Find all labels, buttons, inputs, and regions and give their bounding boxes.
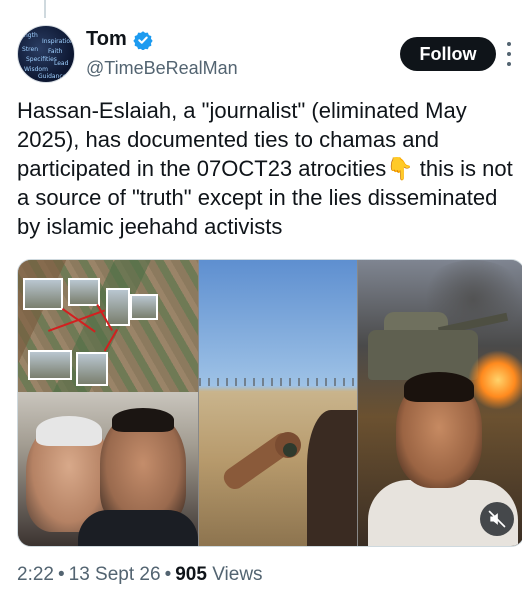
- views-count[interactable]: 905: [175, 564, 207, 585]
- avatar-text: Wisdom: [24, 66, 48, 73]
- tweet-media[interactable]: [17, 259, 522, 547]
- tweet-time[interactable]: 2:22: [17, 564, 54, 585]
- tweet-meta: 2:22 • 13 Sept 26 • 905 Views: [17, 564, 263, 586]
- avatar-text: ngth: [24, 32, 38, 39]
- avatar-text: Guidance: [38, 73, 67, 80]
- map-collage-image: [18, 260, 198, 392]
- tweet-text: Hassan-Eslaiah, a "journalist" (eliminat…: [17, 98, 513, 239]
- meta-separator: •: [57, 564, 65, 585]
- author-handle[interactable]: @TimeBeRealMan: [86, 58, 238, 79]
- avatar[interactable]: ngth Inspiration Stren Faith Specifities…: [17, 25, 75, 83]
- media-panel-field[interactable]: [199, 260, 357, 546]
- volume-muted-icon[interactable]: [480, 502, 514, 536]
- author-display-name[interactable]: Tom: [86, 28, 127, 51]
- avatar-text: Faith: [48, 48, 63, 55]
- two-men-photo: [18, 392, 198, 546]
- thread-connector-line: [44, 0, 46, 18]
- avatar-text: Stren: [22, 46, 38, 53]
- media-panel-collage[interactable]: [18, 260, 198, 546]
- meta-separator: •: [164, 564, 172, 585]
- avatar-text: Lead: [54, 60, 69, 67]
- more-vertical-icon[interactable]: [506, 42, 512, 66]
- views-label: Views: [212, 564, 263, 585]
- follow-button[interactable]: Follow: [400, 37, 496, 71]
- tweet-date[interactable]: 13 Sept 26: [69, 564, 161, 585]
- avatar-text: Inspiration: [42, 38, 74, 45]
- avatar-text: Specifities: [26, 56, 57, 63]
- author-name-row: Tom: [86, 28, 153, 51]
- verified-badge-icon: [133, 30, 153, 50]
